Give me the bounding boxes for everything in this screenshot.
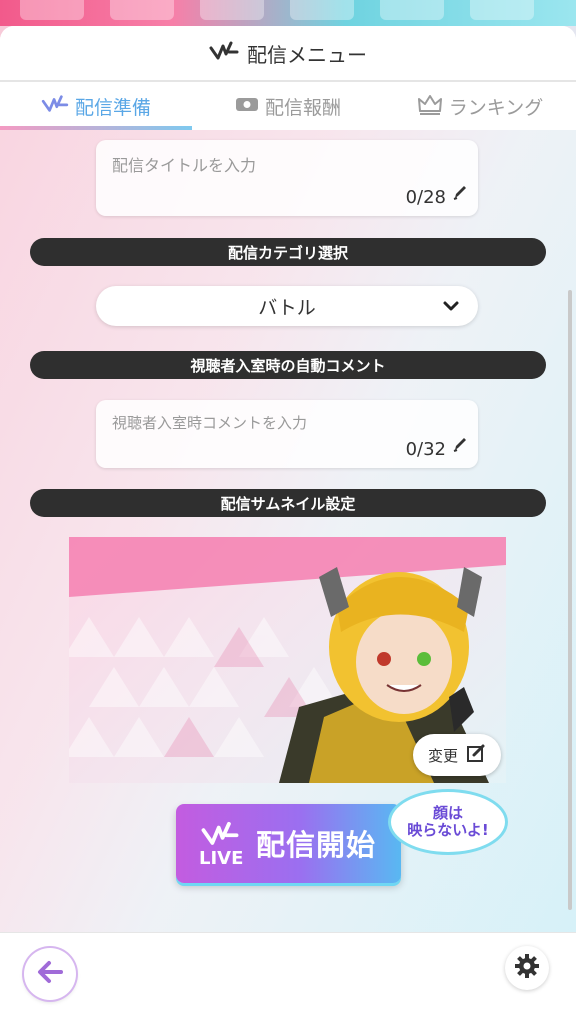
reward-box-icon [235,95,259,118]
bubble-line-2: 映らないよ! [407,821,489,839]
auto-comment-placeholder: 視聴者入室時コメントを入力 [112,414,308,432]
category-selected-value: バトル [258,296,316,319]
arrow-left-icon [36,960,64,988]
tab-bar: 配信準備 配信報酬 ランキング [0,82,576,130]
start-stream-button[interactable]: LIVE 配信開始 [176,804,401,883]
auto-comment-section-bar: 視聴者入室時の自動コメント [30,351,546,379]
menu-header: 配信メニュー [0,26,576,82]
tab-stream-reward[interactable]: 配信報酬 [192,82,384,130]
section-title: 配信カテゴリ選択 [227,243,348,262]
start-stream-label: 配信開始 [256,828,377,862]
auto-comment-char-count: 0/32 [405,439,446,460]
chevron-down-icon [442,297,460,320]
section-title: 配信サムネイル設定 [220,494,356,513]
crown-icon [417,93,443,120]
back-button[interactable] [24,948,76,1000]
face-notice-bubble: 顔は 映らないよ! [388,789,508,855]
tab-stream-prep[interactable]: 配信準備 [0,82,192,130]
title-placeholder: 配信タイトルを入力 [112,156,257,175]
tab-ranking[interactable]: ランキング [384,82,576,130]
menu-title: 配信メニュー [247,42,367,67]
auto-comment-input[interactable]: 視聴者入室時コメントを入力 0/32 [96,400,478,468]
change-thumbnail-button[interactable]: 変更 [413,734,501,776]
pencil-icon [452,183,468,205]
live-logo-icon [41,94,69,119]
top-decoration-strip [0,0,576,26]
settings-button[interactable] [505,946,549,990]
tab-label: 配信準備 [74,96,151,119]
live-logo-icon [209,40,239,66]
category-select[interactable]: バトル [96,286,478,326]
tab-label: 配信報酬 [264,96,341,119]
pencil-icon [452,435,468,457]
edit-icon [466,743,486,767]
section-title: 視聴者入室時の自動コメント [190,356,386,375]
bottom-bar [0,932,576,1025]
bubble-line-1: 顔は [432,803,463,822]
thumbnail-section-bar: 配信サムネイル設定 [30,489,546,517]
category-section-bar: 配信カテゴリ選択 [30,238,546,266]
title-char-count: 0/28 [405,187,446,208]
gear-icon [514,953,540,983]
live-text: LIVE [199,848,244,869]
tab-label: ランキング [448,96,544,119]
change-label: 変更 [427,746,458,765]
stream-title-input[interactable]: 配信タイトルを入力 0/28 [96,140,478,216]
scrollbar[interactable] [568,290,572,910]
